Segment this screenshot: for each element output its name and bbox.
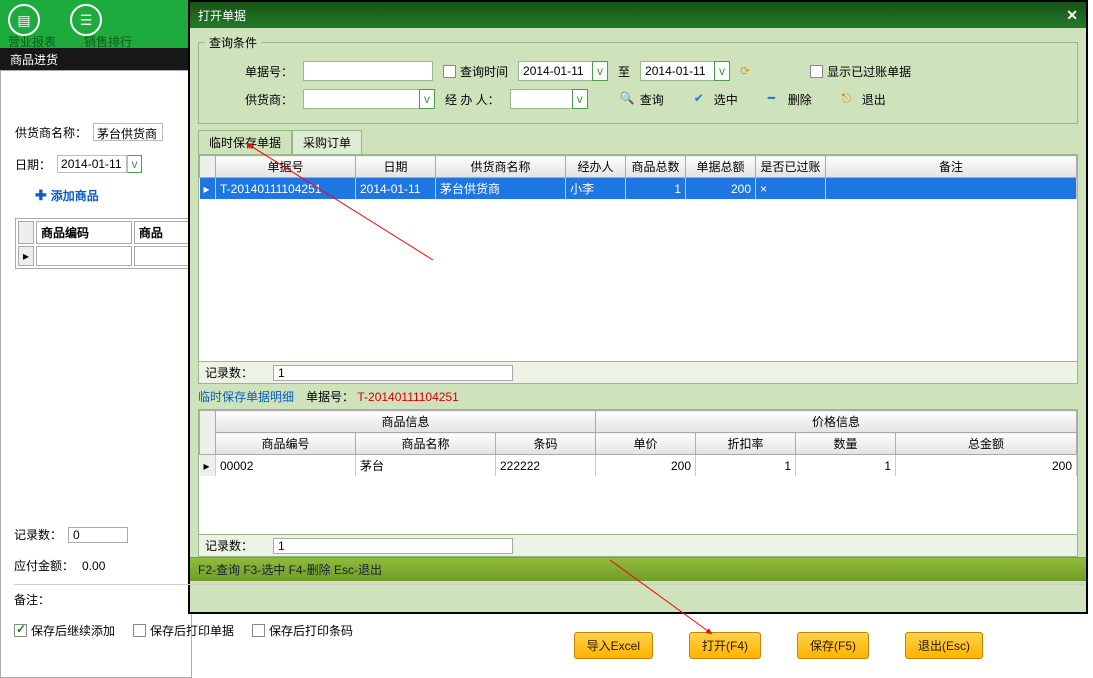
open-button[interactable]: 打开(F4) bbox=[689, 632, 761, 659]
g2-col-code[interactable]: 商品编号 bbox=[216, 433, 356, 455]
date-to-arrow[interactable]: v bbox=[714, 61, 730, 81]
col-posted[interactable]: 是否已过账 bbox=[756, 156, 826, 178]
detail-title-row: 临时保存单据明细 单据号： T-20140111104251 bbox=[198, 388, 1078, 405]
date-label: 日期： bbox=[15, 156, 51, 173]
query-time-checkbox[interactable]: 查询时间 bbox=[443, 63, 508, 80]
dialog-title: 打开单据 bbox=[198, 7, 246, 24]
col-supplier[interactable]: 供货商名称 bbox=[436, 156, 566, 178]
col-date[interactable]: 日期 bbox=[356, 156, 436, 178]
query-legend: 查询条件 bbox=[205, 34, 261, 51]
supplier-label: 供货商： bbox=[245, 91, 293, 108]
mini-product-table: 商品编码商品 ▸ bbox=[15, 218, 193, 269]
col-docno[interactable]: 单据号 bbox=[216, 156, 356, 178]
table-row[interactable]: ▸ T-20140111104251 2014-01-11 茅台供货商 小李 1… bbox=[200, 178, 1077, 200]
handler-label: 经 办 人： bbox=[445, 91, 500, 108]
query-fieldset: 查询条件 单据号： 查询时间 2014-01-11v 至 2014-01-11v… bbox=[198, 34, 1078, 124]
handler-arrow[interactable]: v bbox=[572, 89, 588, 109]
refresh-icon[interactable]: ⟳ bbox=[740, 64, 750, 78]
tabs: 临时保存单据 采购订单 bbox=[198, 130, 1078, 154]
g2-col-price[interactable]: 单价 bbox=[596, 433, 696, 455]
docno-label: 单据号： bbox=[245, 63, 293, 80]
left-records-label: 记录数： bbox=[14, 526, 62, 543]
handler-dropdown[interactable] bbox=[510, 89, 572, 109]
show-posted-checkbox[interactable]: 显示已过账单据 bbox=[810, 63, 911, 80]
records-label: 记录数： bbox=[205, 364, 253, 381]
detail-title: 临时保存单据明细 bbox=[198, 388, 294, 405]
delete-icon: ━ bbox=[768, 91, 784, 107]
col-remark[interactable]: 备注 bbox=[826, 156, 1077, 178]
dialog-titlebar: 打开单据 ✕ bbox=[190, 2, 1086, 28]
search-icon: 🔍 bbox=[620, 91, 636, 107]
ranking-icon[interactable]: ☰ bbox=[70, 4, 102, 36]
supplier-name-value[interactable]: 茅台供货商 bbox=[93, 123, 163, 141]
import-excel-button[interactable]: 导入Excel bbox=[574, 632, 653, 659]
group-price: 价格信息 bbox=[596, 411, 1077, 433]
add-product-text: 添加商品 bbox=[51, 187, 99, 204]
tab-temp-saved[interactable]: 临时保存单据 bbox=[198, 130, 292, 154]
save-button[interactable]: 保存(F5) bbox=[797, 632, 869, 659]
exit-button[interactable]: ⎋退出 bbox=[842, 91, 886, 108]
chk-print-doc[interactable]: 保存后打印单据 bbox=[133, 622, 234, 639]
g2-col-qty[interactable]: 数量 bbox=[796, 433, 896, 455]
g2-col-discount[interactable]: 折扣率 bbox=[696, 433, 796, 455]
supplier-name-label: 供货商名称： bbox=[15, 124, 87, 141]
docno-input[interactable] bbox=[303, 61, 433, 81]
close-icon[interactable]: ✕ bbox=[1066, 7, 1078, 24]
mini-row-marker: ▸ bbox=[18, 246, 34, 266]
g2-col-name[interactable]: 商品名称 bbox=[356, 433, 496, 455]
detail-docno-value: T-20140111104251 bbox=[357, 390, 458, 404]
check-icon: ✔ bbox=[694, 91, 710, 107]
group-product: 商品信息 bbox=[216, 411, 596, 433]
col-handler[interactable]: 经办人 bbox=[566, 156, 626, 178]
exit-icon: ⎋ bbox=[842, 91, 858, 107]
date-to-field[interactable]: 2014-01-11 bbox=[640, 61, 714, 81]
date-field[interactable]: 2014-01-11 bbox=[57, 155, 127, 173]
exit-footer-button[interactable]: 退出(Esc) bbox=[905, 632, 983, 659]
chk-continue-add[interactable]: 保存后继续添加 bbox=[14, 622, 115, 639]
g2-col-total[interactable]: 总金额 bbox=[896, 433, 1077, 455]
select-button[interactable]: ✔选中 bbox=[694, 91, 738, 108]
bottom-area: 记录数： 0 应付金额： 0.00 备注： 保存后继续添加 保存后打印单据 保存… bbox=[14, 522, 1084, 639]
detail-docno-label: 单据号： bbox=[306, 390, 354, 404]
g2-col-barcode[interactable]: 条码 bbox=[496, 433, 596, 455]
delete-button[interactable]: ━删除 bbox=[768, 91, 812, 108]
col-qty[interactable]: 商品总数 bbox=[626, 156, 686, 178]
records-value: 1 bbox=[273, 365, 513, 381]
add-product-link[interactable]: ✚ 添加商品 bbox=[35, 187, 191, 204]
tab-purchase-order[interactable]: 采购订单 bbox=[292, 130, 362, 154]
remark-label: 备注： bbox=[14, 591, 50, 608]
date-to-label: 至 bbox=[618, 63, 630, 80]
left-records-value: 0 bbox=[68, 527, 128, 543]
supplier-dropdown[interactable] bbox=[303, 89, 419, 109]
chk-print-barcode[interactable]: 保存后打印条码 bbox=[252, 622, 353, 639]
pay-value: 0.00 bbox=[82, 559, 105, 573]
left-section-title: 商品进货 bbox=[0, 48, 192, 70]
col-amount[interactable]: 单据总额 bbox=[686, 156, 756, 178]
pay-label: 应付金额： bbox=[14, 557, 74, 574]
detail-row[interactable]: ▸ 00002 茅台 222222 200 1 1 200 bbox=[200, 455, 1077, 477]
main-grid: 单据号 日期 供货商名称 经办人 商品总数 单据总额 是否已过账 备注 ▸ T-… bbox=[198, 154, 1078, 384]
date-from-field[interactable]: 2014-01-11 bbox=[518, 61, 592, 81]
mini-col-code: 商品编码 bbox=[36, 221, 132, 244]
supplier-arrow[interactable]: v bbox=[419, 89, 435, 109]
date-dropdown-arrow[interactable]: v bbox=[127, 155, 142, 173]
records-bar-1: 记录数： 1 bbox=[199, 361, 1077, 383]
date-from-arrow[interactable]: v bbox=[592, 61, 608, 81]
action-buttons: 导入Excel 打开(F4) 保存(F5) 退出(Esc) bbox=[574, 632, 983, 659]
report-icon[interactable]: ▤ bbox=[8, 4, 40, 36]
plus-icon: ✚ bbox=[35, 187, 47, 204]
query-button[interactable]: 🔍查询 bbox=[620, 91, 664, 108]
mini-col-name: 商品 bbox=[134, 221, 190, 244]
